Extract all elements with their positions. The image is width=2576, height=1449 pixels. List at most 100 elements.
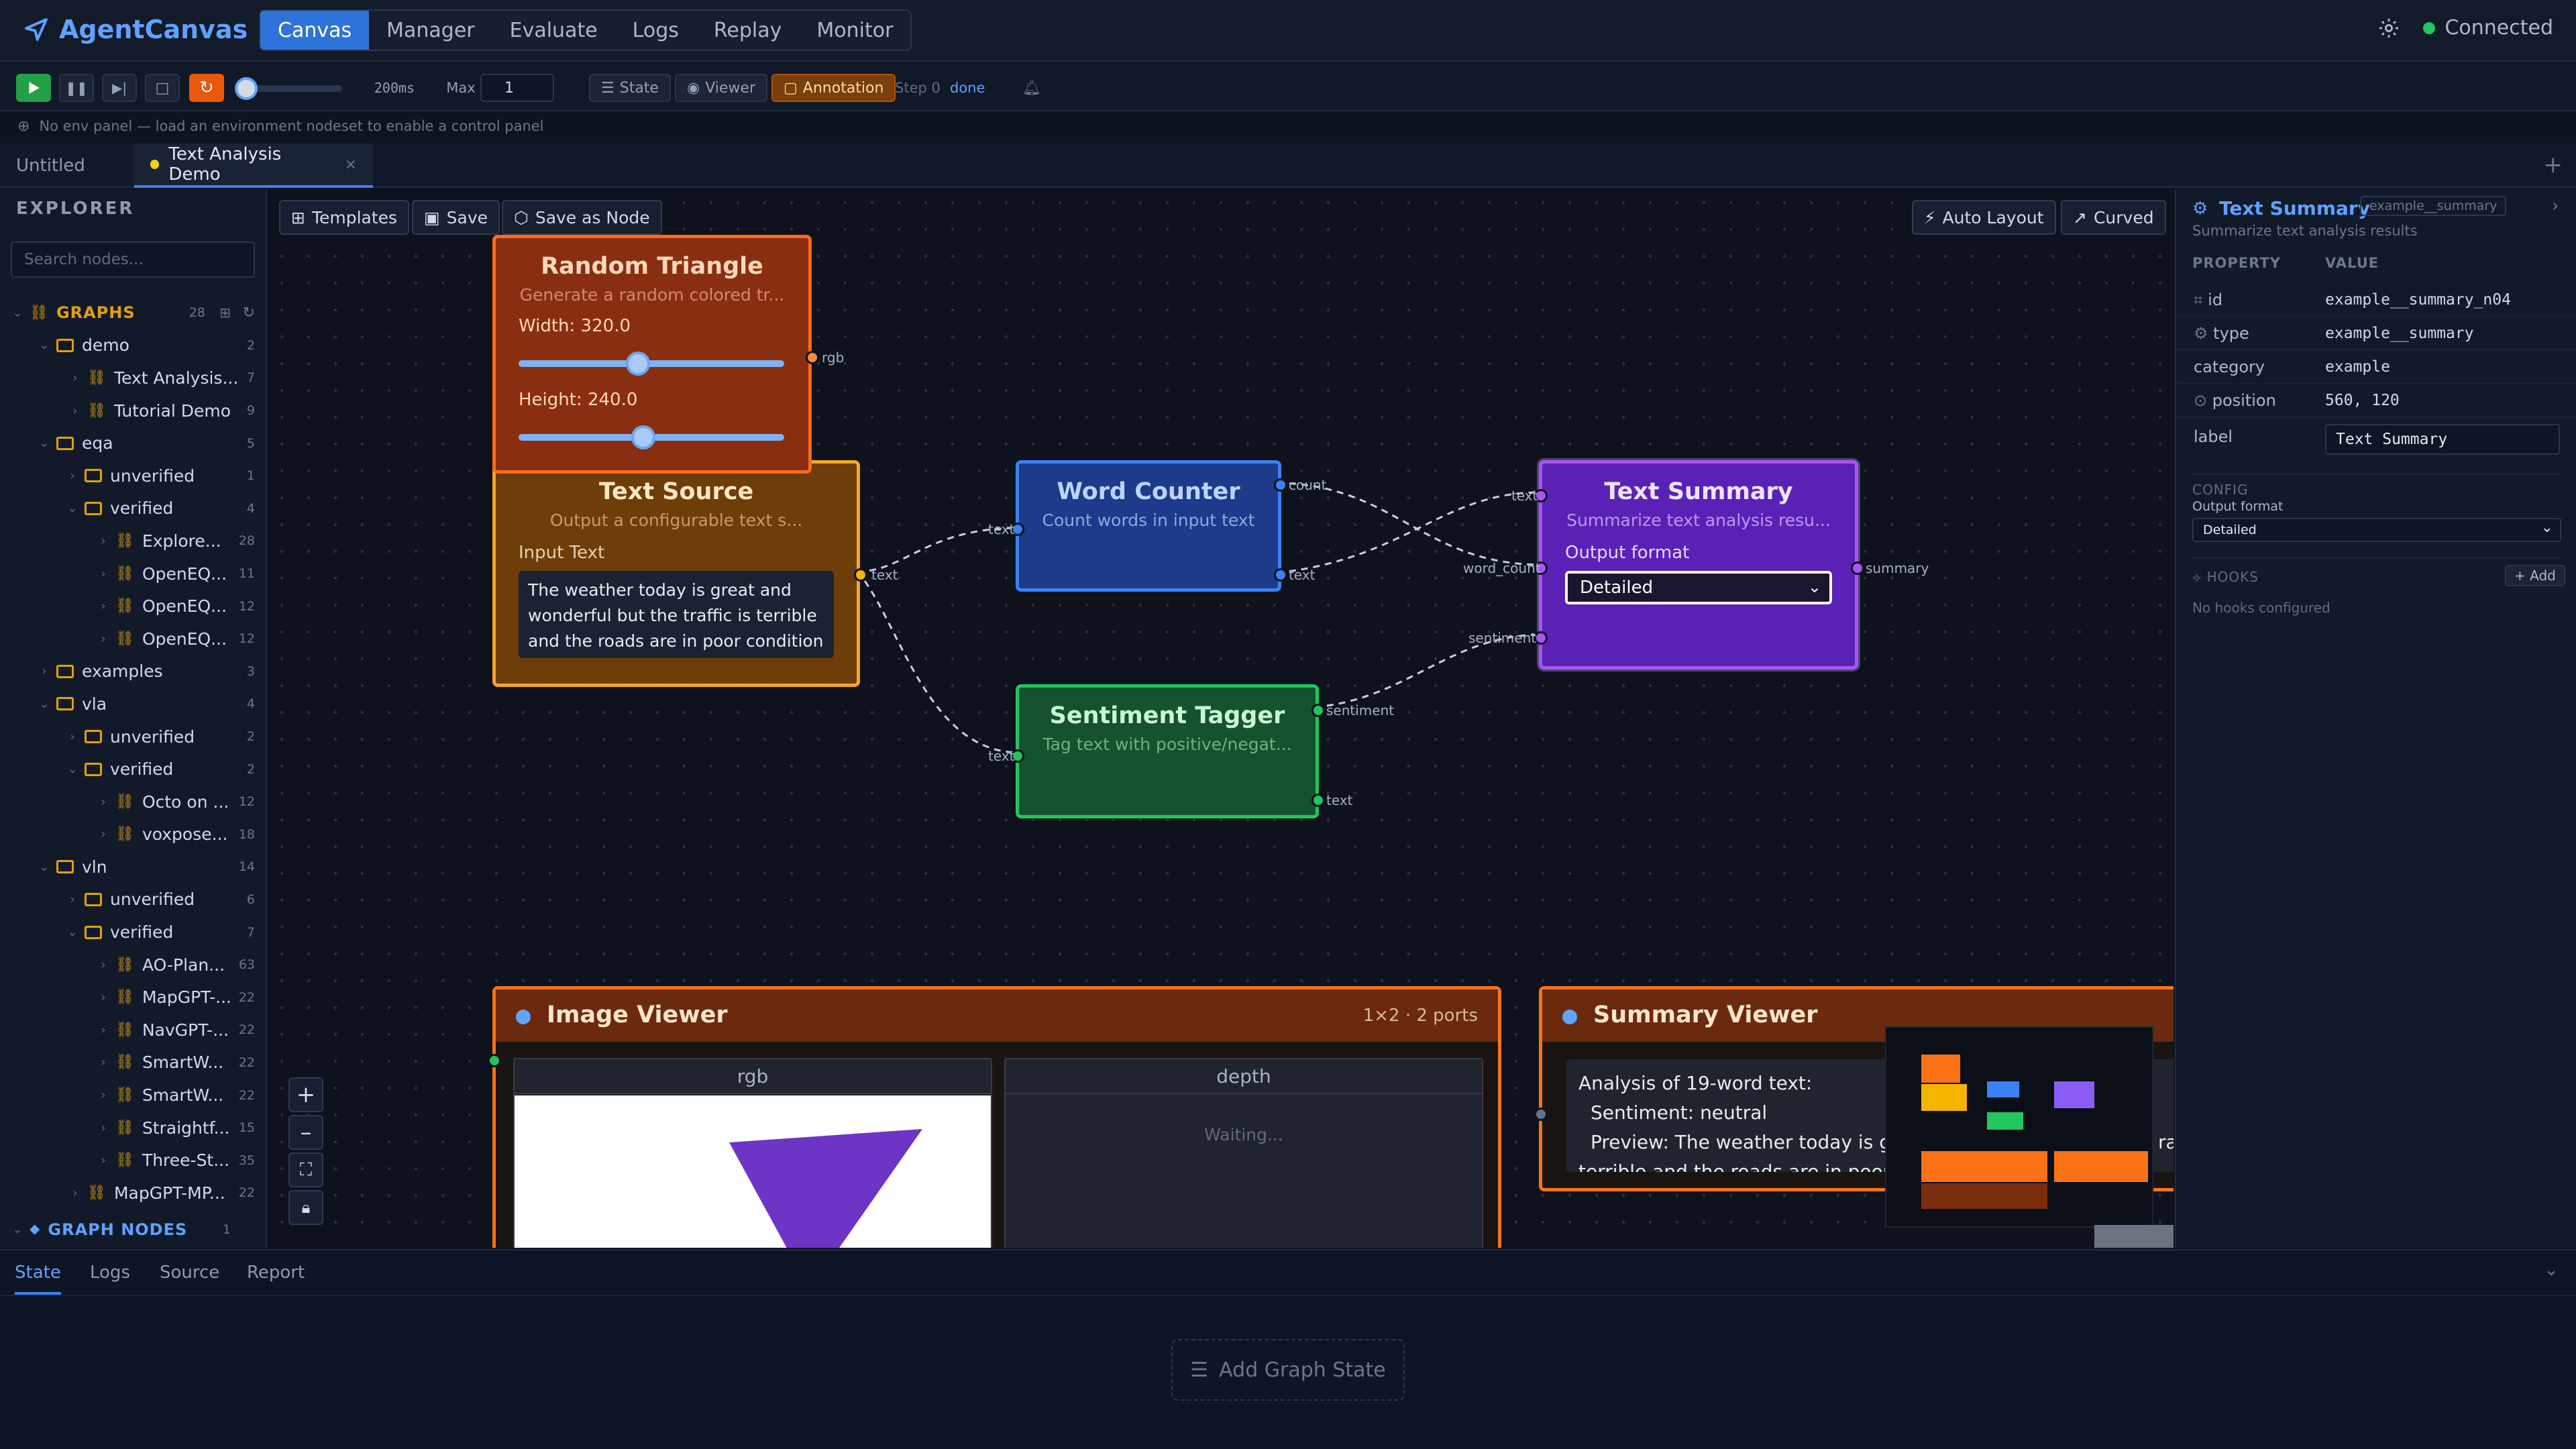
tree-graph[interactable]: › ⛓ voxpose... 18 <box>0 818 266 851</box>
config-output-format-select[interactable]: Detailed ⌄ <box>2192 518 2561 542</box>
nav-tab-evaluate[interactable]: Evaluate <box>492 11 615 50</box>
width-slider-thumb[interactable] <box>626 352 651 376</box>
node-text-summary[interactable]: Text Summary Summarize text analysis res… <box>1463 460 1929 669</box>
tree-folder[interactable]: › unverified 2 <box>0 720 266 753</box>
edge-text-source-to-sentiment[interactable] <box>856 571 1020 754</box>
tree-graph[interactable]: › ⛓ MapGPT-... 22 <box>0 981 266 1014</box>
tree-folder[interactable]: ⌄ verified 7 <box>0 916 266 949</box>
lock-button[interactable]: 🔒︎ <box>288 1190 323 1225</box>
port-count-out[interactable] <box>1274 478 1287 492</box>
reset-button[interactable]: ↻ <box>189 74 224 102</box>
nav-tab-monitor[interactable]: Monitor <box>799 11 910 50</box>
refresh-icon[interactable]: ↻ <box>243 305 255 321</box>
bottom-tab-source[interactable]: Source <box>160 1263 219 1283</box>
canvas-scrollbar[interactable] <box>2094 1225 2174 1248</box>
file-tab-untitled[interactable]: Untitled <box>0 144 133 188</box>
app-logo[interactable]: AgentCanvas <box>23 15 248 44</box>
bottom-tab-report[interactable]: Report <box>247 1263 305 1283</box>
node-image-viewer[interactable]: Image Viewer 1×2 · 2 ports rgb depth Wai… <box>488 986 1501 1248</box>
node-text-source[interactable]: Text Source Output a configurable text s… <box>492 460 898 687</box>
gear-icon[interactable] <box>2377 17 2400 40</box>
port-text-out[interactable] <box>1274 568 1287 582</box>
nav-tab-manager[interactable]: Manager <box>369 11 492 50</box>
stop-button[interactable]: □ <box>145 74 180 102</box>
label-input[interactable]: Text Summary <box>2325 424 2560 455</box>
graph-canvas[interactable]: ⊞ Templates ▣ Save ⬡ Save as Node ⚡ Auto Lay… <box>268 189 2174 1248</box>
bell-icon[interactable]: 🔔︎ <box>1022 74 1041 102</box>
tree-graph[interactable]: › ⛓ MapGPT-MP... 22 <box>0 1177 266 1210</box>
viewer-toggle[interactable]: ◉ Viewer <box>675 74 767 102</box>
tree-graph[interactable]: › ⛓ AO-Plan... 63 <box>0 949 266 981</box>
new-tab-icon[interactable]: + <box>2544 152 2563 178</box>
annotation-toggle[interactable]: ▢ Annotation <box>771 74 896 102</box>
port-rgb-out[interactable] <box>806 351 819 364</box>
pause-button[interactable]: ❚❚ <box>59 74 94 102</box>
edge-count-to-word-count[interactable] <box>1277 482 1544 566</box>
play-button[interactable] <box>16 74 51 102</box>
graph-icon: ⛓ <box>115 793 134 810</box>
tree-graph[interactable]: › ⛓ Tutorial Demo 9 <box>0 394 266 427</box>
tree-folder[interactable]: › examples 3 <box>0 655 266 688</box>
bottom-tab-state[interactable]: State <box>15 1263 61 1295</box>
chevron-right-icon[interactable]: › <box>2552 196 2559 216</box>
tree-folder[interactable]: ⌄ verified 2 <box>0 753 266 786</box>
nav-tab-replay[interactable]: Replay <box>696 11 799 50</box>
fit-view-button[interactable]: ⛶ <box>288 1152 323 1187</box>
info-message: No env panel — load an environment nodes… <box>39 118 544 134</box>
bottom-tab-logs[interactable]: Logs <box>90 1263 130 1283</box>
height-slider-thumb[interactable] <box>631 425 656 449</box>
tree-graph[interactable]: › ⛓ Three-St... 35 <box>0 1144 266 1177</box>
tree-graph[interactable]: › ⛓ OpenEQ... 12 <box>0 590 266 623</box>
tree-folder[interactable]: ⌄ demo 2 <box>0 329 266 362</box>
width-slider[interactable] <box>519 352 784 376</box>
tree-folder[interactable]: ⌄ eqa 5 <box>0 427 266 460</box>
input-text-area[interactable]: The weather today is great and wonderful… <box>519 571 834 658</box>
search-input[interactable]: Search nodes... <box>11 241 255 278</box>
tree-graph[interactable]: › ⛓ Text Analysis... 7 <box>0 362 266 394</box>
nav-tab-logs[interactable]: Logs <box>615 11 696 50</box>
tree-folder[interactable]: ⌄ verified 4 <box>0 492 266 525</box>
tree-folder[interactable]: › unverified 6 <box>0 883 266 916</box>
tree-folder[interactable]: ⌄ vla 4 <box>0 688 266 720</box>
height-slider[interactable] <box>519 425 784 449</box>
port-sentiment-out[interactable] <box>1311 704 1325 717</box>
waiting-text: Waiting... <box>1204 1125 1283 1144</box>
section-graph-nodes[interactable]: ⌄ ⬥ GRAPH NODES 1 <box>0 1214 266 1246</box>
zoom-in-button[interactable]: + <box>288 1077 323 1112</box>
section-graphs[interactable]: ⌄ ⛓ GRAPHS 28 ⊞ ↻ <box>0 297 266 329</box>
tree-graph[interactable]: › ⛓ Octo on ... 12 <box>0 786 266 818</box>
collapse-icon[interactable]: ⌄ <box>2544 1260 2559 1280</box>
node-word-counter[interactable]: Word Counter Count words in input text t… <box>988 460 1326 592</box>
speed-slider[interactable] <box>235 77 342 100</box>
zoom-out-button[interactable]: – <box>288 1115 323 1150</box>
nav-tab-canvas[interactable]: Canvas <box>260 11 370 50</box>
tree-graph[interactable]: › ⛓ SmartW... 22 <box>0 1079 266 1112</box>
node-random-triangle[interactable]: Random Triangle Generate a random colore… <box>492 235 844 474</box>
port-summary-out[interactable] <box>1851 561 1864 575</box>
port-summary-in[interactable] <box>1534 1108 1548 1121</box>
node-sentiment-tagger[interactable]: Sentiment Tagger Tag text with positive/… <box>988 684 1394 818</box>
add-graph-state-button[interactable]: ☰ Add Graph State <box>1171 1339 1405 1401</box>
max-steps-input[interactable]: 1 <box>480 74 554 102</box>
minimap[interactable] <box>1885 1026 2153 1228</box>
tree-graph[interactable]: › ⛓ OpenEQ... 12 <box>0 623 266 655</box>
new-folder-icon[interactable]: ⊞ <box>219 305 231 321</box>
port-text-out[interactable] <box>1311 794 1325 807</box>
file-tab-text-analysis-demo[interactable]: Text Analysis Demo × <box>134 144 373 188</box>
tree-graph[interactable]: › ⛓ OpenEQ... 11 <box>0 557 266 590</box>
tree-graph[interactable]: › ⛓ Explore... 28 <box>0 525 266 557</box>
add-hook-button[interactable]: + Add <box>2505 565 2565 586</box>
speed-slider-thumb[interactable] <box>235 77 258 100</box>
tree-folder[interactable]: ⌄ vln 14 <box>0 851 266 883</box>
tree-graph[interactable]: › ⛓ NavGPT-... 22 <box>0 1014 266 1046</box>
close-tab-icon[interactable]: × <box>345 156 357 173</box>
state-toggle[interactable]: ☰ State <box>589 74 671 102</box>
output-format-select[interactable]: Detailed ⌄ <box>1565 571 1832 604</box>
port-text-out[interactable] <box>854 568 867 582</box>
tree-graph[interactable]: › ⛓ Straightf... 15 <box>0 1112 266 1144</box>
step-button[interactable]: ▶| <box>102 74 137 102</box>
tree-folder[interactable]: › unverified 1 <box>0 460 266 492</box>
port-rgb-in[interactable] <box>488 1054 501 1067</box>
tree-graph[interactable]: › ⛓ SmartW... 22 <box>0 1046 266 1079</box>
bottom-tab-bar <box>0 1250 2576 1296</box>
